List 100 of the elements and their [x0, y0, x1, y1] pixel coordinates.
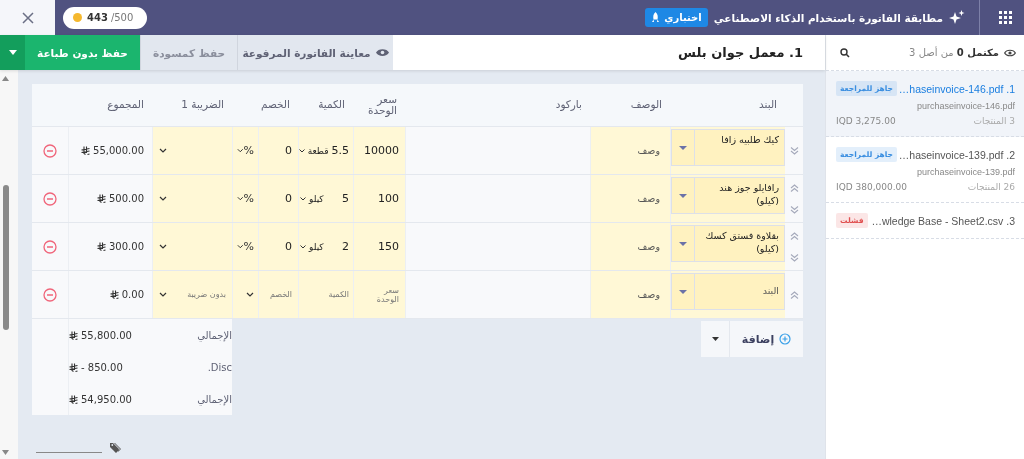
currency-icon — [69, 330, 78, 340]
chevron-icon — [159, 148, 167, 153]
description-field[interactable]: وصف — [590, 127, 670, 174]
move-down-icon[interactable] — [789, 253, 799, 262]
file-title: …haseinvoice-139.pdf 2. — [898, 148, 1015, 161]
grid-icon — [998, 11, 1012, 24]
chevron-icon — [159, 292, 167, 297]
remove-row-icon[interactable] — [43, 143, 57, 158]
chevron-icon — [159, 244, 167, 249]
product-count: 3 المنتجات — [973, 116, 1015, 126]
add-row-button[interactable]: إضافة — [729, 321, 803, 357]
line-total: 0.00 — [121, 289, 144, 300]
column-header: الخصم — [260, 99, 291, 111]
description-field[interactable]: وصف — [590, 223, 670, 270]
move-up-icon[interactable] — [789, 290, 799, 299]
line-total: 55,000.00 — [93, 145, 144, 156]
file-name: purchaseinvoice-146.pdf — [915, 101, 1015, 111]
tax-select[interactable]: بدون ضريبة — [152, 271, 232, 318]
currency-icon — [81, 146, 91, 155]
move-up-icon[interactable] — [789, 183, 799, 192]
chevron-icon — [237, 244, 244, 249]
currency-icon — [97, 242, 106, 251]
eye-icon — [375, 48, 389, 57]
move-down-icon[interactable] — [789, 146, 799, 155]
remove-row-icon[interactable] — [43, 287, 57, 302]
file-amount: IQD 3,275.00 — [836, 116, 896, 126]
document-title: 1. معمل جوان بلس — [678, 45, 803, 60]
move-down-icon[interactable] — [789, 205, 799, 214]
description-field[interactable]: وصف — [590, 271, 670, 318]
item-select[interactable]: رافايلو جوز هند (كيلو) — [671, 177, 785, 214]
search-icon[interactable] — [840, 47, 850, 58]
currency-icon — [97, 194, 106, 203]
column-header: الوصف — [629, 99, 663, 111]
total-value: 55,800.00 — [81, 329, 132, 341]
column-header: المجموع — [106, 99, 145, 111]
file-title: …haseinvoice-146.pdf 1. — [898, 82, 1015, 95]
currency-icon — [69, 394, 78, 404]
item-select[interactable]: البند — [671, 273, 785, 310]
discount-type-select[interactable]: % — [232, 175, 258, 222]
caret-icon — [679, 289, 687, 294]
item-select[interactable]: كيك طلبيه زافا — [671, 129, 785, 166]
rocket-icon — [651, 12, 661, 23]
remove-row-icon[interactable] — [43, 191, 57, 206]
unit-price-field[interactable]: 150 — [353, 223, 405, 270]
file-amount: IQD 380,000.00 — [836, 182, 908, 192]
caret-icon — [8, 50, 17, 55]
save-options-button[interactable] — [0, 35, 25, 70]
chevron-icon — [237, 148, 244, 153]
close-icon — [21, 11, 34, 24]
close-button[interactable] — [0, 0, 55, 35]
file-title: …wledge Base - Sheet2.csv 3. — [871, 214, 1015, 227]
app-title: مطابقة الفاتورة باستخدام الذكاء الاصطناعي — [713, 11, 943, 24]
credits-pill: 443 /500 — [63, 6, 148, 29]
discount-field[interactable]: 0 — [258, 175, 298, 222]
line-total: 500.00 — [109, 193, 144, 204]
chevron-icon — [300, 244, 306, 249]
discount-type-select[interactable]: % — [232, 127, 258, 174]
column-header: البند — [758, 99, 778, 111]
caret-icon — [711, 337, 719, 341]
column-header: الضريبة 1 — [180, 99, 225, 111]
scroll-up-icon — [2, 76, 9, 81]
discount-field[interactable]: 0 — [258, 223, 298, 270]
total-label: الإجمالي — [196, 393, 232, 405]
beta-badge: اختباري — [645, 8, 708, 27]
product-count: 26 المنتجات — [967, 182, 1015, 192]
column-header: الكمية — [317, 99, 346, 111]
quantity-field[interactable]: الكمية — [298, 271, 353, 318]
column-header: باركود — [554, 99, 583, 111]
unit-price-field[interactable]: 100 — [353, 175, 405, 222]
move-up-icon[interactable] — [789, 231, 799, 240]
currency-icon — [109, 290, 119, 299]
discount-type-select[interactable]: % — [232, 223, 258, 270]
total-label: الإجمالي — [196, 329, 232, 341]
description-field[interactable]: وصف — [590, 175, 670, 222]
completion-summary: مكتمل 0 من أصل 3 — [909, 47, 999, 58]
discount-type-select[interactable] — [232, 271, 258, 318]
line-total: 300.00 — [109, 241, 144, 252]
eye-icon[interactable] — [1004, 48, 1016, 57]
discount-field[interactable]: الخصم — [258, 271, 298, 318]
caret-icon — [679, 241, 687, 246]
tag-icon — [110, 442, 123, 453]
chevron-icon — [159, 196, 167, 201]
total-value: 54,950.00 — [81, 393, 132, 405]
coin-icon — [73, 13, 82, 22]
column-header: سعر الوحدة — [366, 94, 398, 116]
remove-row-icon[interactable] — [43, 239, 57, 254]
unit-price-field[interactable]: 10000 — [353, 127, 405, 174]
preview-button[interactable]: معاينة الفاتورة المرفوعة — [237, 35, 393, 70]
discount-field[interactable]: 0 — [258, 127, 298, 174]
currency-icon — [69, 362, 78, 372]
chevron-icon — [300, 196, 306, 201]
chevron-icon — [246, 292, 254, 297]
total-value: - 850.00 — [81, 361, 123, 373]
file-name: purchaseinvoice-139.pdf — [915, 167, 1015, 177]
scrollbar-thumb[interactable] — [3, 185, 9, 330]
unit-price-field[interactable]: سعر الوحدة — [353, 271, 405, 318]
total-label: Disc. — [206, 361, 232, 373]
chevron-icon — [237, 196, 244, 201]
item-select[interactable]: بقلاوة فستق كسك (كيلو) — [671, 225, 785, 262]
chevron-icon — [298, 148, 305, 153]
